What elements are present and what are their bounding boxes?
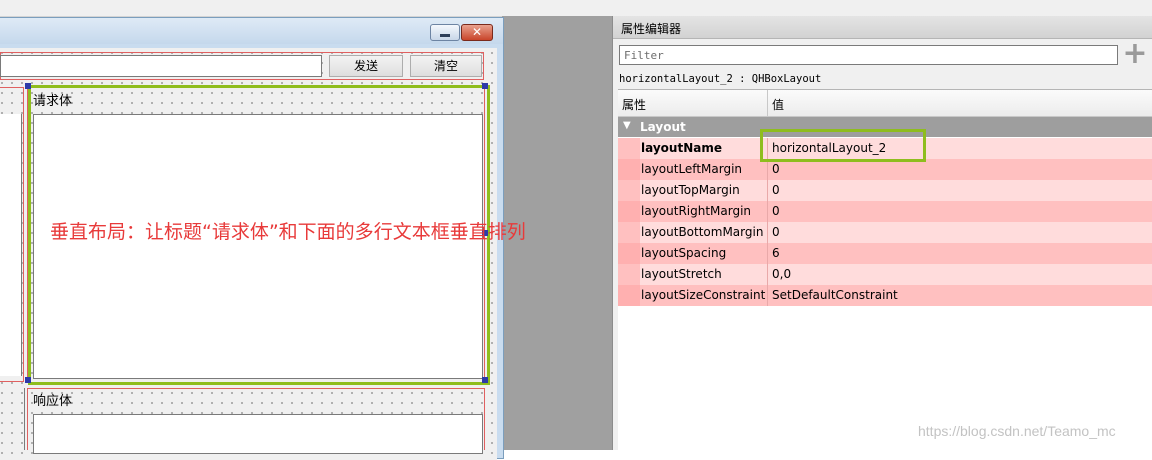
property-name: layoutSizeConstraint xyxy=(641,288,766,302)
property-editor-titlebar: 属性编辑器 xyxy=(613,16,1152,39)
property-value[interactable]: 0 xyxy=(767,180,1152,201)
minimize-icon[interactable] xyxy=(430,24,460,41)
selection-handle[interactable] xyxy=(25,377,31,383)
column-header-value[interactable]: 值 xyxy=(772,96,784,113)
property-name: layoutRightMargin xyxy=(641,204,752,218)
property-value[interactable]: 0,0 xyxy=(767,264,1152,285)
left-text-area[interactable] xyxy=(0,114,22,376)
top-strip xyxy=(0,0,1152,17)
left-panel-top xyxy=(0,87,24,382)
close-icon[interactable]: ✕ xyxy=(461,24,493,41)
table-row[interactable]: layoutRightMargin 0 xyxy=(618,201,1152,222)
column-divider[interactable] xyxy=(767,90,768,116)
table-header: 属性 值 xyxy=(618,90,1152,117)
table-row[interactable]: layoutTopMargin 0 xyxy=(618,180,1152,201)
response-label: 响应体 xyxy=(33,394,73,409)
selection-handle[interactable] xyxy=(482,377,488,383)
annotation-text: 垂直布局：让标题“请求体”和下面的多行文本框垂直排列 xyxy=(50,221,526,243)
property-value[interactable]: SetDefaultConstraint xyxy=(767,285,1152,306)
table-row[interactable]: layoutStretch 0,0 xyxy=(618,264,1152,285)
object-class-label: horizontalLayout_2 : QHBoxLayout xyxy=(619,73,822,85)
property-name: layoutTopMargin xyxy=(641,183,740,197)
filter-input[interactable]: Filter xyxy=(619,45,1118,65)
selection-handle[interactable] xyxy=(25,83,31,89)
collapse-arrow-icon[interactable]: ▼ xyxy=(623,120,631,131)
url-input[interactable] xyxy=(0,55,322,77)
property-value[interactable]: 0 xyxy=(767,222,1152,243)
send-button[interactable]: 发送 xyxy=(329,55,403,77)
property-editor-title: 属性编辑器 xyxy=(621,22,682,36)
property-name: layoutStretch xyxy=(641,267,722,281)
form-titlebar: ✕ xyxy=(0,18,503,44)
clear-button[interactable]: 清空 xyxy=(410,55,482,77)
column-header-property[interactable]: 属性 xyxy=(622,96,646,113)
selection-handle[interactable] xyxy=(482,83,488,89)
property-editor: 属性编辑器 Filter + horizontalLayout_2 : QHBo… xyxy=(612,16,1152,451)
left-panel-bottom xyxy=(0,388,25,450)
table-row[interactable]: layoutBottomMargin 0 xyxy=(618,222,1152,243)
property-name: layoutLeftMargin xyxy=(641,162,743,176)
property-value[interactable]: 6 xyxy=(767,243,1152,264)
table-row[interactable]: layoutLeftMargin 0 xyxy=(618,159,1152,180)
response-textarea[interactable] xyxy=(33,414,483,454)
group-name: Layout xyxy=(640,120,686,134)
watermark: https://blog.csdn.net/Teamo_mc xyxy=(918,423,1116,439)
property-name: layoutSpacing xyxy=(641,246,727,260)
property-name: layoutBottomMargin xyxy=(641,225,764,239)
table-row[interactable]: layoutSizeConstraint SetDefaultConstrain… xyxy=(618,285,1152,306)
add-property-icon[interactable]: + xyxy=(1122,39,1148,69)
table-row[interactable]: layoutSpacing 6 xyxy=(618,243,1152,264)
property-value[interactable]: 0 xyxy=(767,159,1152,180)
property-name: layoutName xyxy=(641,141,722,155)
property-value[interactable]: 0 xyxy=(767,201,1152,222)
selected-value-highlight xyxy=(760,129,926,162)
